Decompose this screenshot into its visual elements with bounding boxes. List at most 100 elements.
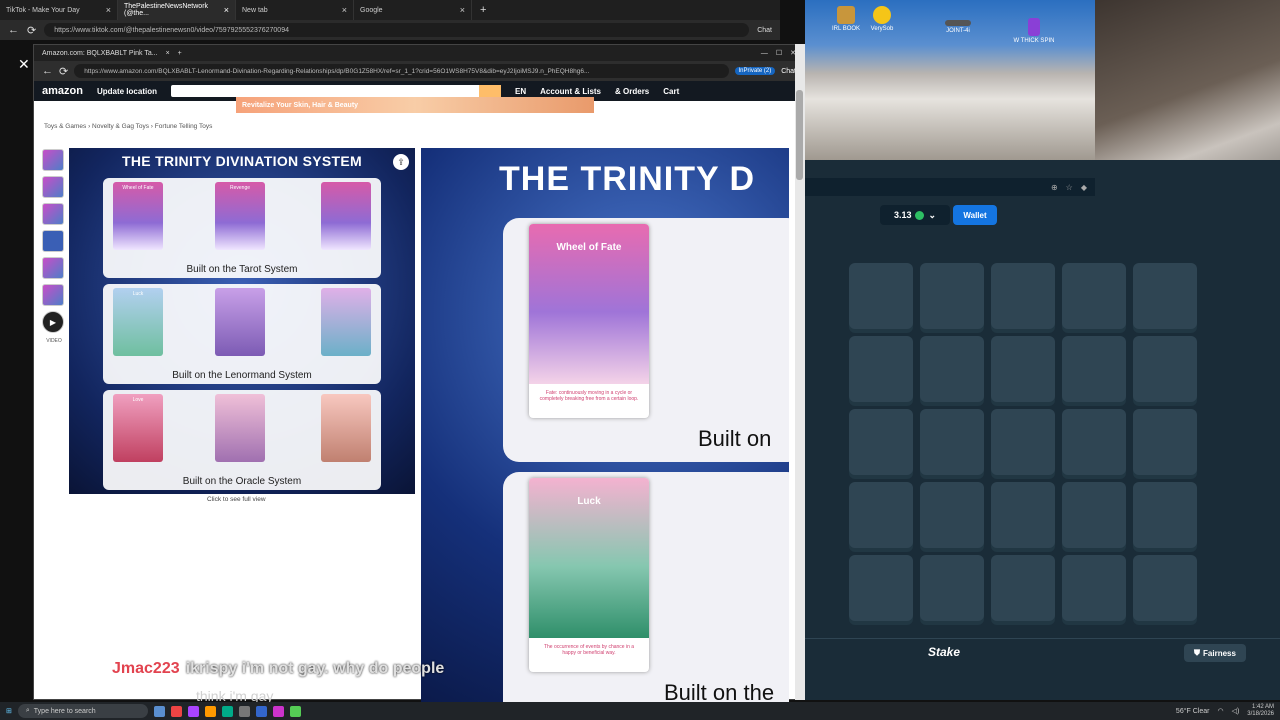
mine-tile[interactable] [1062, 336, 1126, 402]
mine-tile[interactable] [991, 482, 1055, 548]
mine-tile[interactable] [920, 555, 984, 621]
share-icon[interactable]: ⇪ [393, 154, 409, 170]
mine-tile[interactable] [849, 336, 913, 402]
volume-icon[interactable]: ◁) [1232, 707, 1240, 715]
mine-tile[interactable] [991, 263, 1055, 329]
taskbar-app-icon[interactable] [289, 705, 301, 717]
close-icon[interactable]: × [224, 5, 229, 15]
mine-tile[interactable] [1133, 336, 1197, 402]
taskbar-app-icon[interactable] [170, 705, 182, 717]
desktop-icon[interactable]: W THICK SPIN [1009, 18, 1059, 44]
close-icon[interactable]: × [342, 5, 347, 15]
update-location-link[interactable]: Update location [97, 87, 157, 96]
ad-banner[interactable]: Revitalize Your Skin, Hair & Beauty [236, 97, 594, 113]
full-view-link[interactable]: Click to see full view [207, 496, 266, 503]
amazon-chat-button[interactable]: Chat [781, 68, 796, 75]
zoom-built-label: Built on [698, 426, 772, 451]
taskbar-app-icon[interactable] [272, 705, 284, 717]
balance-display[interactable]: 3.13 ⌄ [880, 205, 950, 225]
back-icon[interactable]: ← [8, 24, 19, 36]
orders-link[interactable]: & Orders [615, 87, 649, 96]
taskbar-app-icon[interactable] [238, 705, 250, 717]
tab-new[interactable]: New tab × [236, 0, 354, 20]
breadcrumb[interactable]: Toys & Games › Novelty & Gag Toys › Fort… [44, 123, 212, 130]
reload-icon[interactable]: ⟳ [59, 65, 68, 78]
zoom-icon[interactable]: ⊕ [1051, 183, 1058, 192]
search-icon[interactable] [478, 85, 501, 97]
thumbnail[interactable] [42, 203, 64, 225]
taskbar-app-icon[interactable] [153, 705, 165, 717]
thumbnail[interactable] [42, 149, 64, 171]
new-tab-icon[interactable]: + [472, 4, 494, 16]
scrollbar-thumb[interactable] [796, 90, 803, 180]
minimize-icon[interactable]: — [761, 50, 768, 57]
mine-tile[interactable] [991, 555, 1055, 621]
language-selector[interactable]: EN [515, 87, 526, 96]
mine-tile[interactable] [1133, 555, 1197, 621]
close-icon[interactable]: × [106, 5, 111, 15]
mine-tile[interactable] [849, 409, 913, 475]
mine-tile[interactable] [849, 555, 913, 621]
taskbar-app-icon[interactable] [255, 705, 267, 717]
main-product-image[interactable]: THE TRINITY DIVINATION SYSTEM ⇪ Wheel of… [69, 148, 415, 494]
mine-tile[interactable] [1133, 482, 1197, 548]
fairness-button[interactable]: ⛊ Fairness [1184, 644, 1246, 662]
taskbar-search[interactable]: ⌕ Type here to search [17, 704, 148, 718]
thumbnail[interactable] [42, 230, 64, 252]
clock[interactable]: 1:42 AM 3/18/2026 [1247, 704, 1274, 718]
desktop-icon-label: IRL BOOK [831, 26, 861, 32]
reload-icon[interactable]: ⟳ [27, 24, 36, 37]
tab-tiktok[interactable]: TikTok - Make Your Day × [0, 0, 118, 20]
mine-tile[interactable] [849, 263, 913, 329]
amazon-search-input[interactable] [170, 85, 501, 97]
mine-tile[interactable] [1062, 409, 1126, 475]
mine-tile[interactable] [1062, 555, 1126, 621]
card-art: Wheel of Fate [529, 224, 649, 384]
outer-address-bar: ← ⟳ https://www.tiktok.com/@thepalestine… [0, 20, 780, 40]
star-icon[interactable]: ☆ [1066, 183, 1073, 192]
maximize-icon[interactable]: ☐ [776, 49, 782, 57]
mine-tile[interactable] [849, 482, 913, 548]
shield-icon[interactable]: ◆ [1081, 183, 1087, 192]
desktop-icon[interactable]: VerySob [857, 6, 907, 32]
overlay-close-icon[interactable]: ✕ [18, 56, 30, 73]
weather-widget[interactable]: 56°F Clear [1176, 708, 1210, 715]
back-icon[interactable]: ← [42, 65, 53, 77]
mine-tile[interactable] [991, 336, 1055, 402]
amazon-tab[interactable]: Amazon.com: BQLXBABLT Pink Ta... [42, 50, 158, 57]
mine-tile[interactable] [1133, 409, 1197, 475]
tab-google[interactable]: Google × [354, 0, 472, 20]
cart-link[interactable]: Cart [663, 87, 679, 96]
thumbnail[interactable] [42, 176, 64, 198]
account-lists-link[interactable]: Account & Lists [540, 87, 601, 96]
desktop-icon[interactable]: JOINT-4i [933, 20, 983, 34]
amazon-logo[interactable]: amazon [42, 85, 83, 97]
thumbnail[interactable] [42, 284, 64, 306]
inprivate-badge[interactable]: InPrivate (2) [734, 67, 776, 75]
taskbar-app-icon[interactable] [221, 705, 233, 717]
amazon-window: Amazon.com: BQLXBABLT Pink Ta... × + — ☐… [33, 44, 805, 704]
desktop-wallpaper: IRL BOOK VerySob JOINT-4i W THICK SPIN [805, 0, 1095, 160]
video-thumbnail[interactable]: ▶ [42, 311, 64, 333]
tab-palestine-news[interactable]: ThePalestineNewsNetwork (@the... × [118, 0, 236, 20]
mine-tile[interactable] [920, 336, 984, 402]
amazon-url-field[interactable]: https://www.amazon.com/BQLXBABLT-Lenorma… [74, 64, 729, 78]
mine-tile[interactable] [920, 482, 984, 548]
mine-tile[interactable] [1133, 263, 1197, 329]
wallet-button[interactable]: Wallet [953, 205, 997, 225]
mine-tile[interactable] [920, 263, 984, 329]
mine-tile[interactable] [1062, 263, 1126, 329]
mine-tile[interactable] [991, 409, 1055, 475]
outer-url-field[interactable]: https://www.tiktok.com/@thepalestinenews… [44, 23, 750, 37]
taskbar-app-icon[interactable] [204, 705, 216, 717]
close-icon[interactable]: × [166, 50, 170, 57]
outer-chat-button[interactable]: Chat [757, 27, 772, 34]
wifi-icon[interactable]: ◠ [1217, 707, 1223, 715]
thumbnail[interactable] [42, 257, 64, 279]
mine-tile[interactable] [920, 409, 984, 475]
taskbar-app-icon[interactable] [187, 705, 199, 717]
windows-start-icon[interactable]: ⊞ [6, 707, 12, 715]
mine-tile[interactable] [1062, 482, 1126, 548]
close-icon[interactable]: × [460, 5, 465, 15]
new-tab-icon[interactable]: + [178, 50, 182, 57]
